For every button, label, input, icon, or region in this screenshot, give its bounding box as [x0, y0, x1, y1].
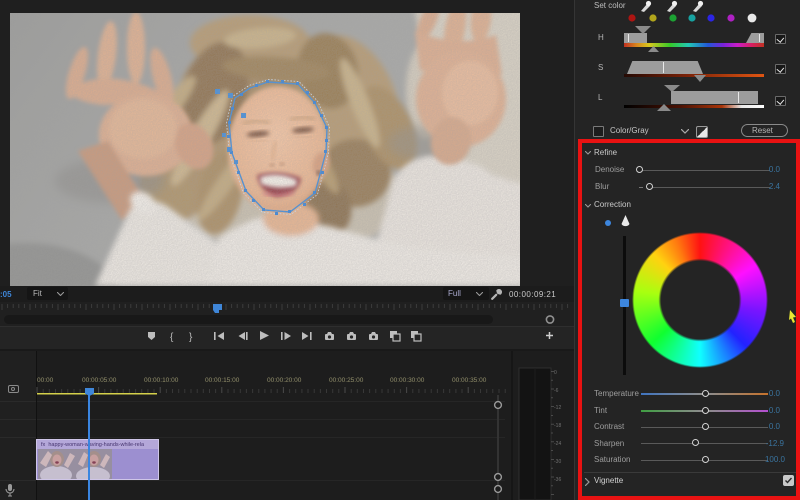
svg-text:{: { [170, 332, 174, 343]
svg-text:}: } [189, 332, 193, 343]
